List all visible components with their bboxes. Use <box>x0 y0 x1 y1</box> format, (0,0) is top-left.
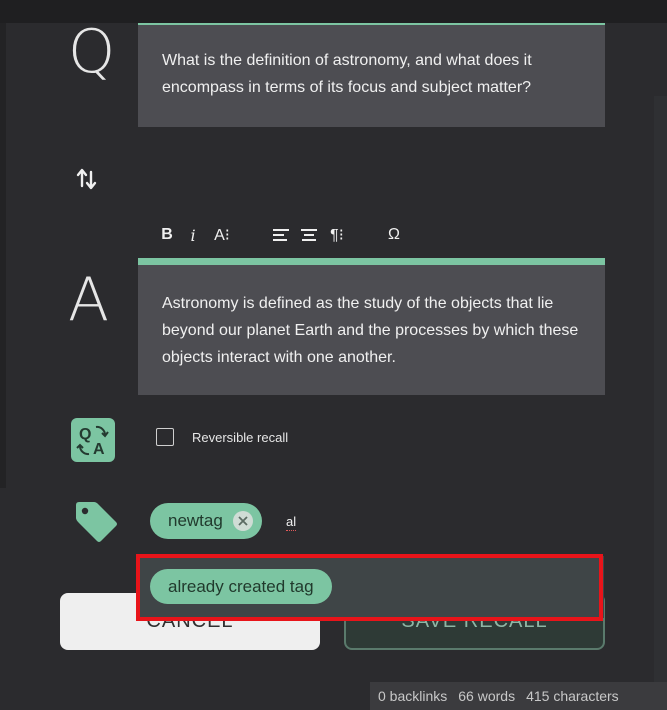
svg-text:A: A <box>93 441 105 458</box>
svg-text:Q: Q <box>79 426 91 443</box>
italic-button[interactable]: i <box>179 222 207 248</box>
answer-editor[interactable]: Astronomy is defined as the study of the… <box>138 258 605 395</box>
spellcheck-underline <box>286 530 297 531</box>
special-character-button[interactable]: Ω <box>379 222 409 248</box>
question-text: What is the definition of astronomy, and… <box>162 52 532 96</box>
paragraph-button[interactable]: ¶⁝ <box>323 222 351 248</box>
status-bar: 0 backlinks 66 words 415 characters <box>370 682 667 710</box>
tag-chip-label: newtag <box>168 511 223 530</box>
question-editor[interactable]: What is the definition of astronomy, and… <box>138 23 605 127</box>
question-letter: Q <box>68 17 116 87</box>
highlight-box <box>136 554 603 621</box>
left-edge-panel <box>0 23 6 488</box>
answer-text: Astronomy is defined as the study of the… <box>162 295 579 366</box>
remove-tag-button[interactable] <box>232 511 253 531</box>
align-center-icon <box>301 229 317 241</box>
close-icon <box>238 516 248 526</box>
reversible-label: Reversible recall <box>192 430 289 445</box>
reversible-checkbox[interactable] <box>156 428 174 446</box>
tag-input-value: al <box>286 514 297 529</box>
formatting-toolbar: B i A⁝ ¶⁝ Ω <box>155 222 409 248</box>
align-left-button[interactable] <box>267 222 295 248</box>
align-left-icon <box>273 229 289 241</box>
scrollbar-track[interactable] <box>654 96 667 710</box>
align-center-button[interactable] <box>295 222 323 248</box>
font-size-button[interactable]: A⁝ <box>207 222 237 248</box>
swap-question-answer-icon[interactable] <box>76 166 98 192</box>
answer-letter: A <box>68 265 110 335</box>
tag-chip-newtag[interactable]: newtag <box>150 503 262 539</box>
backlinks-count: 0 backlinks <box>378 688 448 704</box>
tag-input[interactable]: al <box>286 514 297 531</box>
word-count: 66 words <box>458 688 516 704</box>
qa-swap-icon: Q A <box>71 418 115 462</box>
character-count: 415 characters <box>526 688 619 704</box>
bold-button[interactable]: B <box>155 222 179 248</box>
tag-icon <box>72 499 120 547</box>
